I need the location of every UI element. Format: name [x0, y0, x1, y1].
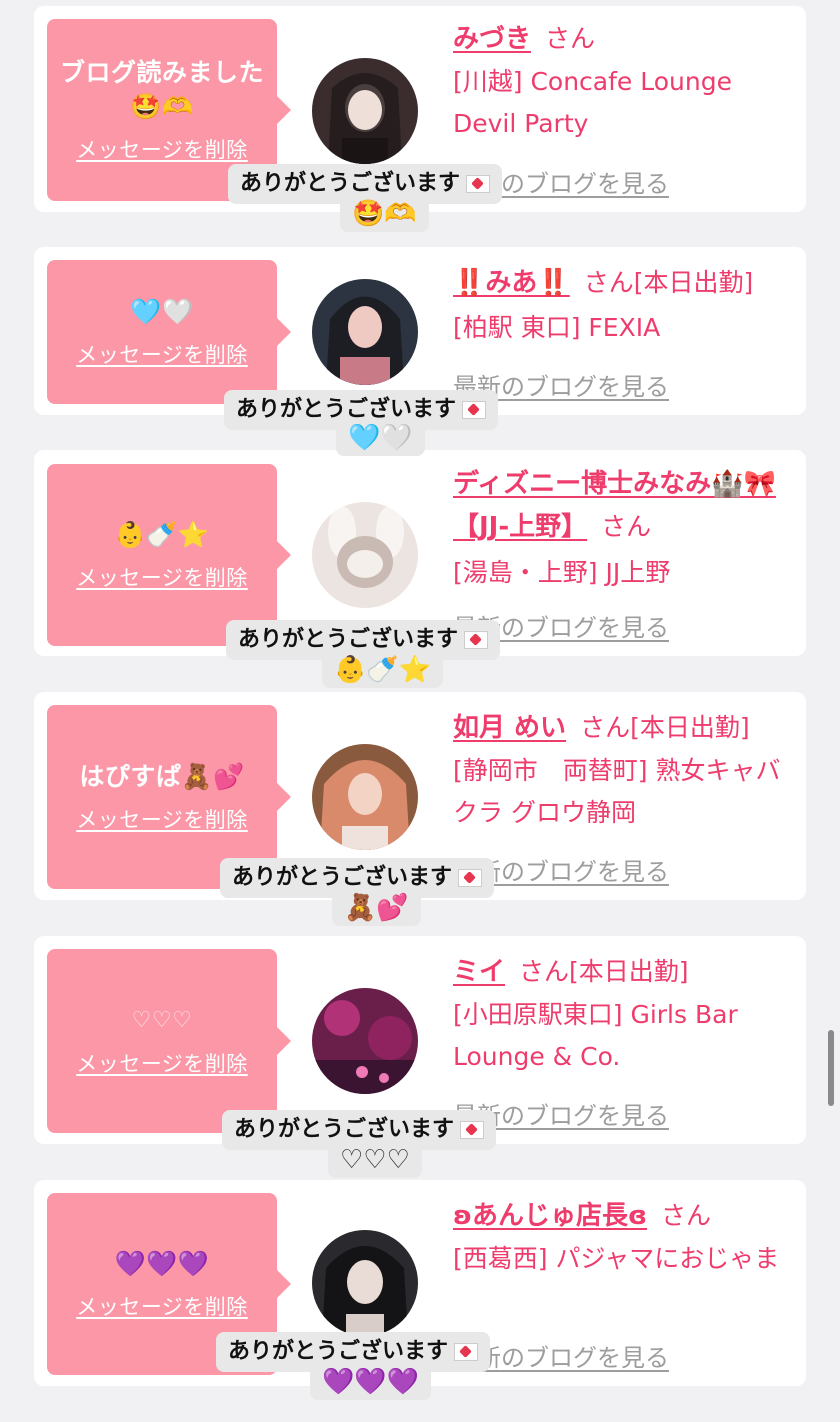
delete-message-link[interactable]: メッセージを削除 — [76, 1048, 248, 1078]
avatar[interactable] — [312, 58, 418, 164]
delete-message-link[interactable]: メッセージを削除 — [76, 339, 248, 369]
avatar[interactable] — [312, 744, 418, 850]
delete-message-link[interactable]: メッセージを削除 — [76, 804, 248, 834]
reply-emoji: 💜💜💜 — [322, 1367, 420, 1397]
honorific: さん — [519, 957, 570, 986]
cast-name-link[interactable]: ミイ — [453, 957, 505, 987]
honorific: さん — [661, 1201, 712, 1230]
avatar[interactable] — [312, 1230, 418, 1336]
honorific: さん — [583, 268, 634, 297]
cast-name-link[interactable]: みづき — [453, 24, 531, 54]
reply-emoji: 🧸💕 — [344, 893, 409, 923]
honorific: さん — [545, 24, 596, 53]
message-text: ♡♡♡ — [131, 1008, 193, 1033]
envelope-icon — [458, 869, 483, 887]
reply-emoji: 🩵🤍 — [348, 423, 413, 453]
thanks-text: ありがとうございます — [228, 1339, 449, 1364]
honorific: さん — [601, 512, 652, 541]
cast-info: 如月 めい さん[本日出勤] [静岡市 両替町] 熟女キャバクラ グロウ静岡 — [453, 707, 798, 834]
shop-name: [柏駅 東口] FEXIA — [453, 313, 661, 342]
shop-name: [湯島・上野] JJ上野 — [453, 558, 671, 587]
cast-name-link[interactable]: ʚあんじゅ店長ɞ — [453, 1201, 647, 1231]
cast-info: ディズニー博士みなみ🏰🎀【JJ-上野】 さん [湯島・上野] JJ上野 — [453, 464, 798, 594]
attendance-status: [本日出勤] — [630, 713, 750, 742]
avatar[interactable] — [312, 502, 418, 608]
message-text: ブログ読みました🤩🫶 — [59, 58, 264, 121]
shop-name: [川越] Concafe Lounge Devil Party — [453, 67, 732, 138]
message-text: 🩵🤍 — [130, 297, 194, 326]
cast-name-link[interactable]: 如月 めい — [453, 713, 566, 743]
scrollbar[interactable] — [828, 1030, 834, 1106]
reply-emoji-tooltip: 🩵🤍 — [336, 420, 425, 456]
attendance-status: [本日出勤] — [569, 957, 689, 986]
envelope-icon — [464, 631, 489, 649]
envelope-icon — [460, 1121, 485, 1139]
shop-name: [静岡市 両替町] 熟女キャバクラ グロウ静岡 — [453, 756, 781, 827]
thanks-text: ありがとうございます — [240, 171, 461, 196]
reply-emoji-tooltip: 🧸💕 — [332, 890, 421, 926]
message-list: ブログ読みました🤩🫶 メッセージを削除 みづき さん [川越] Concafe L… — [0, 0, 840, 1422]
reply-emoji: 👶🍼⭐ — [334, 655, 432, 685]
message-bubble: ♡♡♡ メッセージを削除 — [47, 949, 291, 1133]
cast-info: ‼️みあ‼️ さん[本日出勤] [柏駅 東口] FEXIA — [453, 262, 798, 349]
shop-name: [西葛西] パジャマにおじゃま — [453, 1244, 780, 1273]
honorific: さん — [580, 713, 631, 742]
reply-emoji: 🤩🫶 — [352, 199, 417, 229]
attendance-status: [本日出勤] — [633, 268, 754, 297]
thanks-text: ありがとうございます — [234, 1117, 455, 1142]
envelope-icon — [462, 401, 487, 419]
cast-info: ʚあんじゅ店長ɞ さん [西葛西] パジャマにおじゃま — [453, 1195, 798, 1280]
reply-emoji: ♡♡♡ — [340, 1145, 410, 1175]
thanks-text: ありがとうございます — [238, 627, 459, 652]
avatar[interactable] — [312, 279, 418, 385]
thanks-text: ありがとうございます — [236, 397, 457, 422]
delete-message-link[interactable]: メッセージを削除 — [76, 562, 248, 592]
delete-message-link[interactable]: メッセージを削除 — [76, 134, 248, 164]
thanks-text: ありがとうございます — [232, 865, 453, 890]
reply-emoji-tooltip: 👶🍼⭐ — [322, 652, 444, 688]
message-bubble: 👶🍼⭐ メッセージを削除 — [47, 464, 291, 646]
message-text: 💜💜💜 — [114, 1249, 210, 1278]
avatar[interactable] — [312, 988, 418, 1094]
cast-info: ミイ さん[本日出勤] [小田原駅東口] Girls Bar Lounge & C… — [453, 951, 798, 1078]
reply-emoji-tooltip: ♡♡♡ — [328, 1142, 422, 1178]
cast-info: みづき さん [川越] Concafe Lounge Devil Party — [453, 18, 798, 145]
shop-name: [小田原駅東口] Girls Bar Lounge & Co. — [453, 1000, 738, 1071]
message-bubble: 🩵🤍 メッセージを削除 — [47, 260, 291, 404]
message-text: はぴすぱ🧸💕 — [79, 762, 245, 791]
envelope-icon — [466, 175, 491, 193]
cast-name-link[interactable]: ‼️みあ‼️ — [453, 268, 570, 298]
reply-emoji-tooltip: 💜💜💜 — [310, 1364, 432, 1400]
reply-emoji-tooltip: 🤩🫶 — [340, 196, 429, 232]
delete-message-link[interactable]: メッセージを削除 — [76, 1291, 248, 1321]
message-text: 👶🍼⭐ — [114, 520, 210, 549]
envelope-icon — [454, 1343, 479, 1361]
